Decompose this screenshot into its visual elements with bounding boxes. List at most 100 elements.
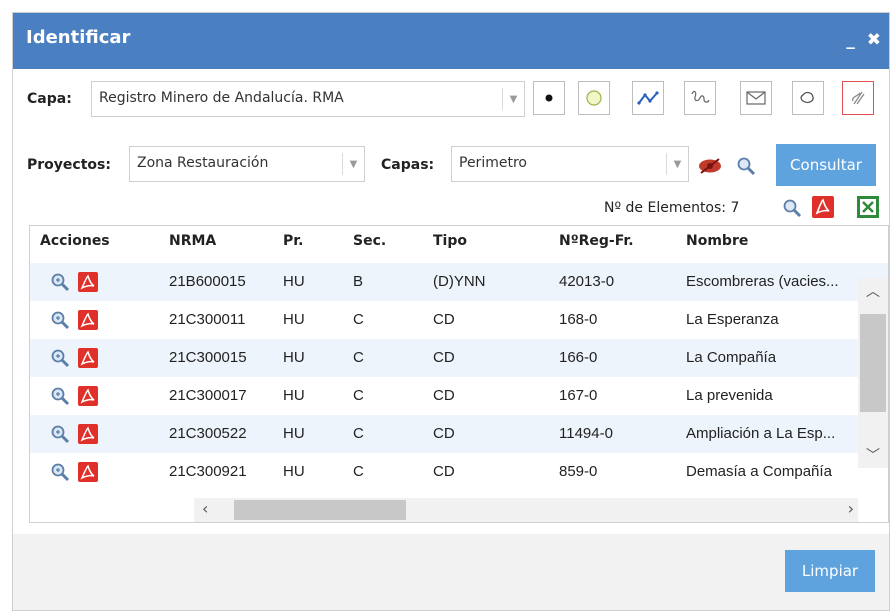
column-header[interactable]: Tipo	[433, 233, 467, 249]
zoom-icon[interactable]	[49, 461, 71, 483]
rectangle-tool-button[interactable]	[740, 81, 772, 115]
table-cell: HU	[283, 463, 305, 480]
zoom-icon[interactable]	[49, 385, 71, 407]
chevron-right-icon[interactable]: ›	[848, 499, 854, 518]
circle-icon	[586, 90, 602, 106]
eye-hidden-icon	[699, 158, 721, 174]
search-icon	[737, 157, 756, 176]
table-cell: C	[353, 387, 364, 404]
lasso-icon	[800, 91, 814, 104]
consultar-button[interactable]: Consultar	[776, 144, 876, 186]
polyline-icon	[637, 91, 659, 105]
circle-tool-button[interactable]	[578, 81, 610, 115]
pdf-icon[interactable]	[77, 271, 99, 293]
column-header[interactable]: Nombre	[686, 233, 748, 249]
horizontal-scrollbar[interactable]: ‹ ›	[194, 498, 858, 522]
table-cell: 168-0	[559, 311, 598, 328]
table-cell: CD	[433, 311, 455, 328]
freehand-tool-button[interactable]	[684, 81, 716, 115]
column-header[interactable]: Acciones	[40, 233, 110, 249]
export-pdf-button[interactable]	[811, 195, 835, 223]
capas-select[interactable]: Perimetro ▼	[451, 146, 689, 182]
table-row[interactable]: 21B600015 HU B (D)YNN 42013-0 Escombreras (va…	[30, 263, 888, 301]
pdf-icon[interactable]	[77, 423, 99, 445]
capa-value: Registro Minero de Andalucía. RMA	[99, 90, 344, 106]
footer: Limpiar	[13, 534, 889, 610]
row-actions	[49, 309, 99, 331]
table-cell: Ampliación a La Esp...	[686, 425, 836, 442]
zoom-icon[interactable]	[49, 271, 71, 293]
capa-label: Capa:	[27, 91, 72, 107]
table-cell: HU	[283, 387, 305, 404]
scroll-thumb[interactable]	[234, 500, 406, 520]
table-row[interactable]: 21C300011 HU C CD 168-0 La Esperanza	[30, 301, 888, 339]
column-header[interactable]: NºReg-Fr.	[559, 233, 634, 249]
table-cell: (D)YNN	[433, 273, 486, 290]
proyectos-value: Zona Restauración	[137, 155, 269, 171]
minimize-button[interactable]: _	[846, 30, 855, 50]
row-actions	[49, 271, 99, 293]
table-row[interactable]: 21C300017 HU C CD 167-0 La prevenida	[30, 377, 888, 415]
pdf-icon[interactable]	[77, 385, 99, 407]
table-cell: 166-0	[559, 349, 598, 366]
chevron-down-icon: ▼	[502, 88, 524, 110]
column-header[interactable]: NRMA	[169, 233, 216, 249]
table-cell: HU	[283, 349, 305, 366]
chevron-left-icon[interactable]: ‹	[202, 499, 208, 518]
table-row[interactable]: 21C300015 HU C CD 166-0 La Compañía	[30, 339, 888, 377]
table-cell: 42013-0	[559, 273, 615, 290]
table-row[interactable]: 21C300921 HU C CD 859-0 Demasía a Compañía	[30, 453, 888, 491]
chevron-up-icon[interactable]: ︿	[858, 281, 888, 301]
table-cell: 859-0	[559, 463, 598, 480]
zoom-icon[interactable]	[49, 423, 71, 445]
table-row[interactable]: 21C300522 HU C CD 11494-0 Ampliación a La Esp…	[30, 415, 888, 453]
scroll-thumb[interactable]	[860, 314, 886, 412]
pdf-icon[interactable]	[77, 461, 99, 483]
table-cell: Demasía a Compañía	[686, 463, 832, 480]
polyline-tool-button[interactable]	[632, 81, 664, 115]
point-tool-button[interactable]	[533, 81, 565, 115]
freehand-icon	[691, 90, 710, 103]
table-cell: 21C300011	[169, 311, 246, 328]
chevron-down-icon: ▼	[342, 153, 364, 175]
capa-select[interactable]: Registro Minero de Andalucía. RMA ▼	[91, 81, 525, 117]
zoom-icon[interactable]	[49, 347, 71, 369]
zoom-to-layer-button[interactable]	[735, 155, 757, 181]
table-cell: 21C300015	[169, 349, 247, 366]
zoom-all-button[interactable]	[781, 197, 803, 223]
chevron-down-icon[interactable]: ﹀	[858, 445, 888, 465]
limpiar-button[interactable]: Limpiar	[785, 550, 875, 592]
results-grid: Acciones NRMA Pr. Sec. Tipo NºReg-Fr. No…	[29, 225, 889, 523]
lasso-tool-button[interactable]	[792, 81, 824, 115]
table-cell: CD	[433, 387, 455, 404]
envelope-icon	[746, 91, 766, 105]
table-cell: CD	[433, 425, 455, 442]
export-excel-button[interactable]	[856, 195, 880, 223]
clear-selection-tool-button[interactable]	[842, 81, 874, 115]
capas-label: Capas:	[381, 157, 435, 173]
pdf-icon[interactable]	[77, 347, 99, 369]
table-header: Acciones NRMA Pr. Sec. Tipo NºReg-Fr. No…	[30, 226, 888, 256]
row-actions	[49, 385, 99, 407]
eraser-icon	[852, 91, 865, 105]
table-cell: C	[353, 349, 364, 366]
vertical-scrollbar[interactable]: ︿ ﹀	[858, 278, 888, 468]
table-cell: 21C300921	[169, 463, 247, 480]
zoom-icon[interactable]	[49, 309, 71, 331]
table-cell: La Compañía	[686, 349, 777, 366]
table-cell: 21C300522	[169, 425, 247, 442]
table-cell: CD	[433, 463, 455, 480]
proyectos-select[interactable]: Zona Restauración ▼	[129, 146, 365, 182]
table-cell: C	[353, 425, 364, 442]
close-button[interactable]: ✖	[867, 30, 881, 50]
pdf-icon[interactable]	[77, 309, 99, 331]
hide-layer-button[interactable]	[697, 157, 723, 179]
table-cell: 167-0	[559, 387, 598, 404]
column-header[interactable]: Sec.	[353, 233, 386, 249]
row-actions	[49, 461, 99, 483]
column-header[interactable]: Pr.	[283, 233, 304, 249]
proyectos-label: Proyectos:	[27, 157, 111, 173]
table-cell: 11494-0	[559, 425, 613, 442]
table-cell: 21C300017	[169, 387, 247, 404]
content: Capa: Registro Minero de Andalucía. RMA …	[13, 69, 889, 610]
